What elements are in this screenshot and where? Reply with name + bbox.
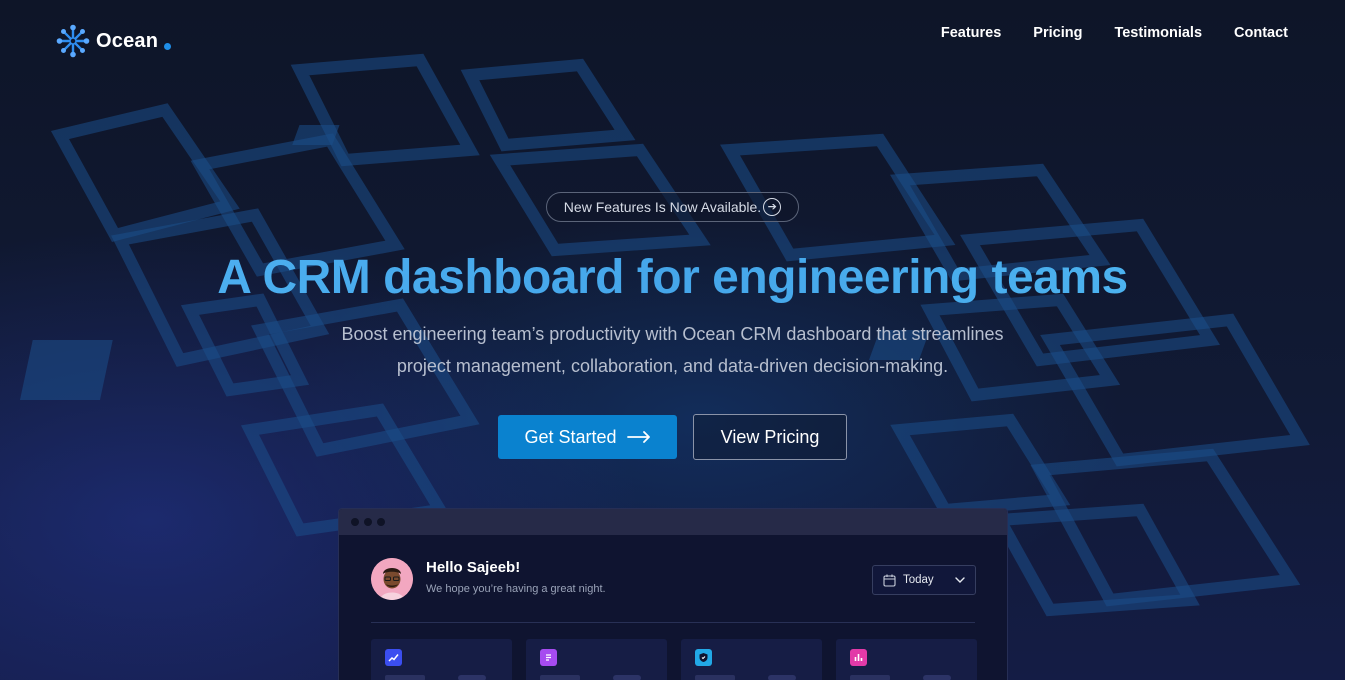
dashboard-preview: Hello Sajeeb! We hope you’re having a gr…: [338, 508, 1008, 680]
hero-subtitle-line-1: Boost engineering team’s productivity wi…: [341, 324, 1004, 344]
stat-card[interactable]: [836, 639, 977, 680]
stat-card[interactable]: [526, 639, 667, 680]
stat-cards: [371, 639, 977, 680]
new-features-badge[interactable]: New Features Is Now Available. ➔: [546, 192, 799, 222]
stat-card[interactable]: [681, 639, 822, 680]
window-titlebar: [339, 509, 1007, 535]
stat-card-pill: [613, 675, 641, 680]
brand-dot: [164, 42, 172, 50]
view-pricing-button[interactable]: View Pricing: [693, 414, 847, 460]
ocean-logo-icon: [56, 24, 90, 58]
greeting-subtitle: We hope you’re having a great night.: [426, 583, 606, 595]
arrow-right-circle-icon: ➔: [763, 198, 782, 216]
date-filter-value: Today: [903, 574, 934, 586]
nav-link-features[interactable]: Features: [941, 25, 1001, 41]
date-filter-select[interactable]: Today: [872, 565, 976, 595]
stat-card-label: [695, 675, 735, 680]
get-started-button[interactable]: Get Started: [498, 415, 677, 459]
preview-body: Hello Sajeeb! We hope you’re having a gr…: [339, 535, 1007, 680]
arrow-right-icon: [626, 431, 650, 443]
document-icon: [540, 649, 557, 666]
nav-link-pricing[interactable]: Pricing: [1033, 25, 1082, 41]
chevron-down-icon: [955, 577, 965, 583]
hero-subtitle: Boost engineering team’s productivity wi…: [300, 318, 1045, 382]
hero-subtitle-line-2: project management, collaboration, and d…: [396, 356, 949, 376]
window-dot-icon: [364, 518, 372, 526]
brand-logo[interactable]: Ocean: [56, 24, 172, 58]
divider: [371, 622, 975, 623]
shield-icon: [695, 649, 712, 666]
stat-card-pill: [768, 675, 796, 680]
avatar[interactable]: [371, 558, 413, 600]
bar-chart-icon: [850, 649, 867, 666]
nav-links: Features Pricing Testimonials Contact: [941, 25, 1288, 41]
calendar-icon: [883, 574, 896, 587]
stat-card-label: [540, 675, 580, 680]
stat-card[interactable]: [371, 639, 512, 680]
top-navbar: Ocean Features Pricing Testimonials Cont…: [0, 0, 1345, 80]
window-dot-icon: [377, 518, 385, 526]
stat-card-pill: [458, 675, 486, 680]
window-dot-icon: [351, 518, 359, 526]
hero-title: A CRM dashboard for engineering teams: [0, 250, 1345, 305]
stat-card-pill: [923, 675, 951, 680]
greeting-title: Hello Sajeeb!: [426, 559, 521, 576]
brand-name: Ocean: [96, 29, 159, 52]
stat-card-label: [850, 675, 890, 680]
nav-link-testimonials[interactable]: Testimonials: [1114, 25, 1202, 41]
badge-text: New Features Is Now Available.: [563, 199, 762, 215]
user-avatar-icon: [371, 558, 413, 600]
nav-link-contact[interactable]: Contact: [1234, 25, 1288, 41]
get-started-label: Get Started: [524, 426, 617, 447]
stat-card-label: [385, 675, 425, 680]
trend-icon: [385, 649, 402, 666]
